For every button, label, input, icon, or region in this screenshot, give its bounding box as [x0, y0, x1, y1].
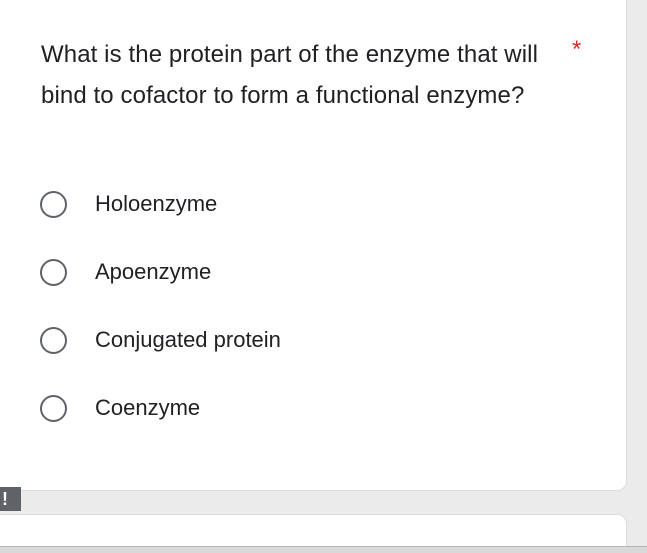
option-label: Conjugated protein [95, 327, 281, 352]
radio-option-coenzyme[interactable]: Coenzyme [40, 388, 281, 428]
radio-button[interactable] [40, 394, 67, 422]
required-asterisk: * [572, 36, 582, 63]
option-label: Holoenzyme [95, 191, 218, 216]
bottom-edge [0, 546, 647, 553]
question-header: What is the protein part of the enzyme t… [41, 34, 601, 116]
radio-button[interactable] [40, 326, 67, 354]
radio-button[interactable] [40, 258, 67, 286]
option-label: Coenzyme [95, 395, 201, 420]
exclamation-icon[interactable]: ! [0, 487, 21, 511]
radio-option-holoenzyme[interactable]: Holoenzyme [40, 184, 281, 224]
question-card: What is the protein part of the enzyme t… [0, 0, 627, 491]
option-label: Apoenzyme [95, 259, 212, 284]
radio-option-apoenzyme[interactable]: Apoenzyme [40, 252, 281, 292]
question-title: What is the protein part of the enzyme t… [41, 41, 539, 109]
form-page: What is the protein part of the enzyme t… [0, 0, 647, 553]
radio-option-conjugated-protein[interactable]: Conjugated protein [40, 320, 281, 360]
radio-group: Holoenzyme Apoenzyme Conjugated protein … [40, 184, 281, 456]
radio-button[interactable] [40, 190, 67, 218]
